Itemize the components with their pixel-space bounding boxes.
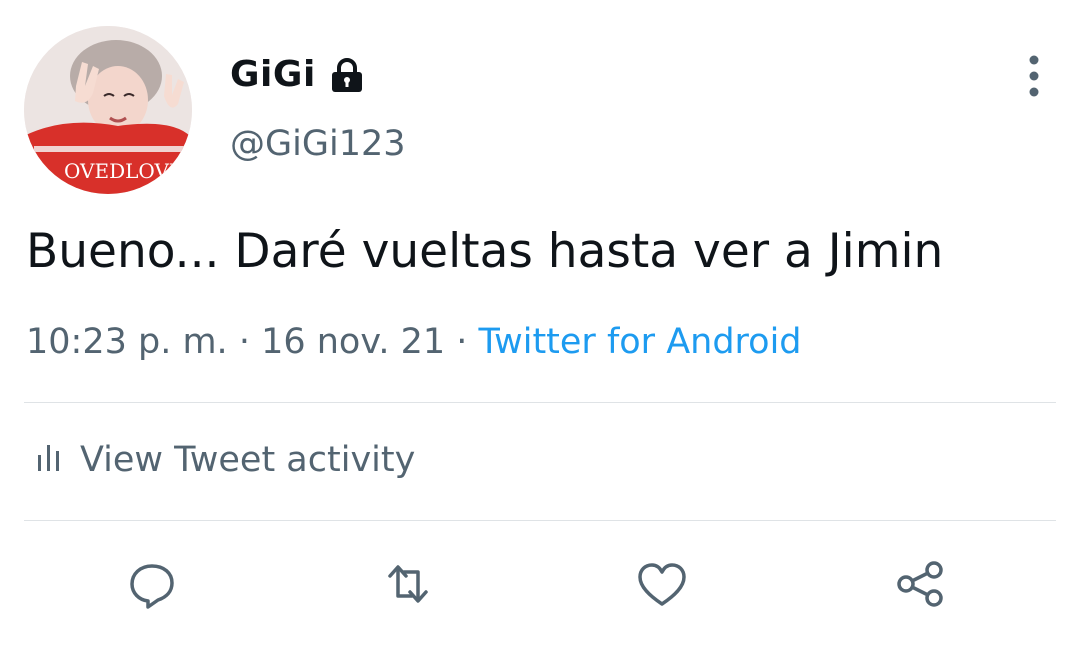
retweet-icon: [388, 565, 428, 603]
meta-separator: ·: [445, 322, 479, 362]
like-button[interactable]: [634, 556, 690, 612]
analytics-icon: [36, 440, 62, 480]
divider: [24, 402, 1056, 403]
tweet-time[interactable]: 10:23 p. m.: [26, 322, 228, 362]
view-tweet-activity-label: View Tweet activity: [80, 440, 416, 480]
display-name[interactable]: GiGi: [230, 54, 364, 95]
display-name-text: GiGi: [230, 54, 316, 95]
tweet-text: Bueno... Daré vueltas hasta ver a Jimin: [26, 224, 944, 279]
share-button[interactable]: [892, 556, 948, 612]
retweet-button[interactable]: [380, 556, 436, 612]
tweet-date[interactable]: 16 nov. 21: [261, 322, 445, 362]
tweet-source-link[interactable]: Twitter for Android: [479, 322, 802, 362]
tweet-detail: OVEDLOVE GiGi @GiGi123 Bueno... Daré vue…: [0, 0, 1080, 659]
avatar[interactable]: OVEDLOVE: [24, 26, 192, 194]
user-handle[interactable]: @GiGi123: [230, 124, 406, 164]
avatar-sweater-text: OVEDLOVE: [64, 159, 184, 183]
meta-separator: ·: [227, 322, 262, 362]
view-tweet-activity-button[interactable]: View Tweet activity: [36, 440, 415, 480]
reply-button[interactable]: [124, 556, 180, 612]
share-icon: [897, 561, 943, 607]
more-options-icon[interactable]: [1016, 54, 1052, 98]
tweet-metadata: 10:23 p. m. · 16 nov. 21 · Twitter for A…: [26, 322, 802, 362]
reply-icon: [130, 564, 174, 609]
divider: [24, 520, 1056, 521]
like-icon: [638, 563, 686, 606]
lock-icon: [330, 57, 364, 93]
